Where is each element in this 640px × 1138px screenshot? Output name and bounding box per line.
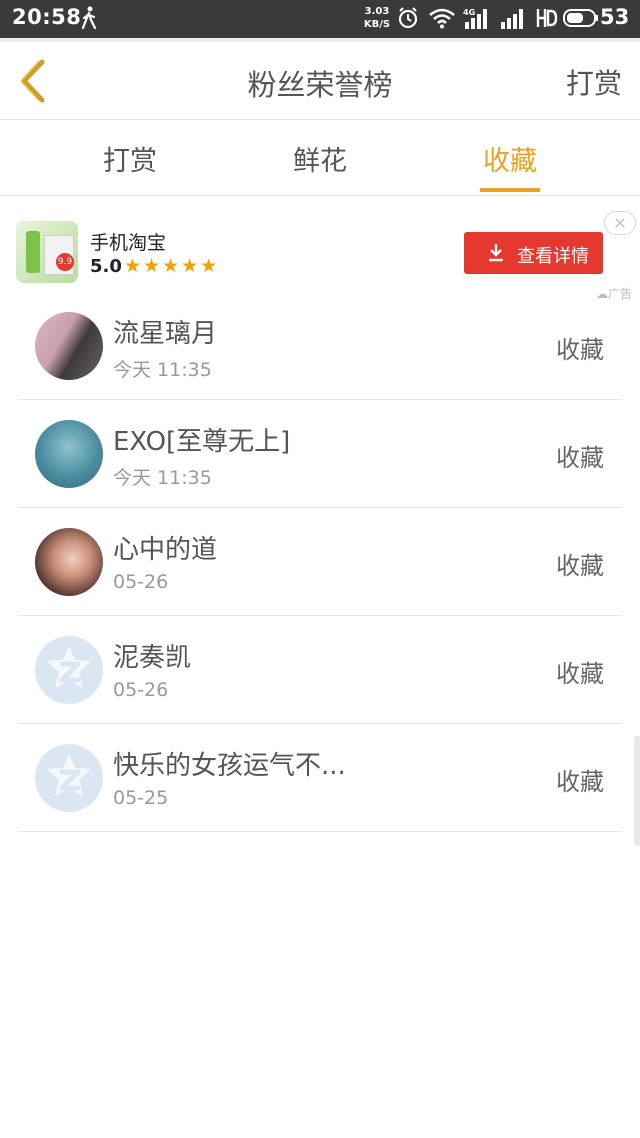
view-details-button[interactable]: 查看详情	[464, 232, 603, 274]
user-name: 快乐的女孩运气不...	[113, 751, 346, 781]
scroll-handle[interactable]	[634, 736, 640, 846]
list-item[interactable]: 快乐的女孩运气不... 05-25 收藏	[18, 724, 622, 832]
tab-label: 打赏	[103, 146, 157, 177]
status-bar: 20:58 3.03 KB/S 4G 53	[0, 0, 640, 38]
active-tab-indicator	[480, 188, 540, 192]
tab-reward[interactable]: 打赏	[60, 139, 200, 194]
list-item[interactable]: EXO[至尊无上] 今天 11:35 收藏	[18, 400, 622, 508]
timestamp: 05-25	[113, 787, 169, 809]
ad-banner[interactable]: 9.9 手机淘宝 5.0 ★★★★★ 查看详情 × ☁广告	[0, 197, 640, 302]
tab-bar: 打赏 鲜花 收藏	[0, 121, 640, 196]
ad-app-name: 手机淘宝	[90, 232, 167, 254]
user-name: 流星璃月	[113, 319, 218, 349]
close-ad-icon[interactable]: ×	[604, 211, 636, 235]
timestamp: 今天 11:35	[113, 467, 212, 489]
avatar[interactable]	[35, 312, 103, 380]
star-rating-icon: ★★★★★	[124, 255, 220, 277]
network-speed: 3.03 KB/S	[363, 6, 391, 30]
page-title: 粉丝荣誉榜	[247, 68, 393, 102]
reward-button[interactable]: 打赏	[566, 62, 622, 102]
top-nav-bar: 粉丝荣誉榜 打赏	[0, 42, 640, 120]
default-avatar-icon[interactable]	[35, 636, 103, 704]
ad-rating: 5.0	[90, 256, 122, 277]
download-icon	[489, 244, 503, 262]
action-label: 收藏	[556, 768, 604, 796]
user-name: 心中的道	[113, 535, 218, 565]
status-time: 20:58	[12, 5, 82, 29]
user-name: 泥奏凯	[113, 643, 192, 673]
list-item[interactable]: 流星璃月 今天 11:35 收藏	[18, 292, 622, 400]
default-avatar-icon[interactable]	[35, 744, 103, 812]
svg-text:4G: 4G	[463, 8, 475, 17]
tab-flowers[interactable]: 鲜花	[250, 139, 390, 194]
avatar[interactable]	[35, 420, 103, 488]
battery-level: 53	[600, 5, 630, 29]
action-label: 收藏	[556, 336, 604, 364]
list-item[interactable]: 心中的道 05-26 收藏	[18, 508, 622, 616]
action-label: 收藏	[556, 552, 604, 580]
timestamp: 今天 11:35	[113, 359, 212, 381]
back-icon[interactable]	[14, 58, 54, 104]
timestamp: 05-26	[113, 679, 169, 701]
ad-app-image: 9.9	[16, 221, 78, 283]
user-name: EXO[至尊无上]	[113, 427, 291, 457]
timestamp: 05-26	[113, 571, 169, 593]
avatar[interactable]	[35, 528, 103, 596]
list-item[interactable]: 泥奏凯 05-26 收藏	[18, 616, 622, 724]
tab-label: 鲜花	[293, 146, 347, 177]
action-label: 收藏	[556, 660, 604, 688]
signal-icon	[501, 9, 523, 29]
tab-favorites[interactable]: 收藏	[440, 139, 580, 194]
view-details-label: 查看详情	[517, 246, 589, 267]
walking-icon	[81, 6, 97, 30]
tab-label: 收藏	[483, 146, 537, 177]
signal-4g-icon: 4G	[463, 8, 487, 29]
alarm-icon	[398, 7, 418, 29]
battery-icon	[563, 9, 598, 27]
action-label: 收藏	[556, 444, 604, 472]
hd-icon	[536, 9, 558, 27]
wifi-icon	[429, 8, 455, 29]
